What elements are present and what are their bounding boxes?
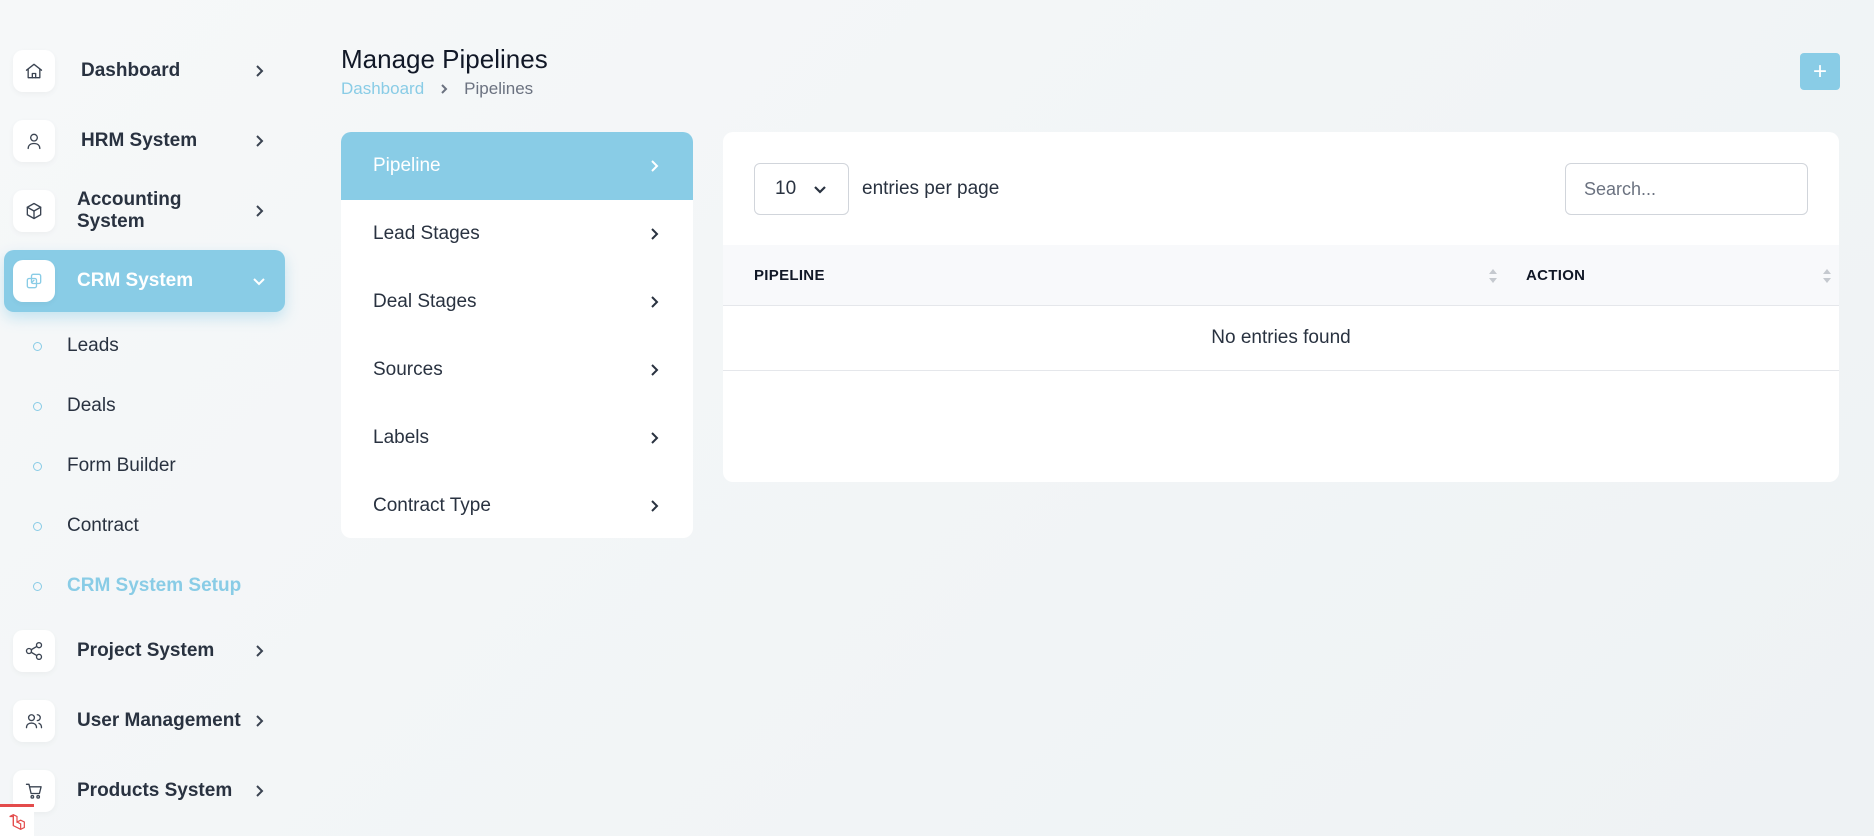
share-icon [13, 630, 55, 672]
sidebar-item-label: HRM System [81, 130, 198, 151]
per-page-value: 10 [775, 178, 797, 199]
column-header-label: ACTION [1526, 267, 1586, 284]
home-icon [13, 50, 55, 92]
sidebar-item-accounting-system[interactable]: Accounting System [4, 180, 285, 242]
laravel-logo-icon [0, 804, 34, 836]
add-pipeline-button[interactable]: + [1800, 53, 1840, 90]
sub-item-contract[interactable]: Contract [33, 512, 139, 540]
sidebar-item-project-system[interactable]: Project System [4, 620, 285, 682]
per-page-label: entries per page [862, 178, 1000, 199]
menu-item-label: Sources [373, 359, 443, 380]
per-page-select[interactable]: 10 [754, 163, 849, 215]
user-icon [13, 120, 55, 162]
sub-item-leads[interactable]: Leads [33, 332, 119, 360]
chevron-right-icon [251, 133, 267, 149]
column-header-label: PIPELINE [754, 267, 825, 284]
sidebar-item-label: CRM System [77, 270, 194, 291]
bullet-icon [33, 461, 42, 471]
bullet-icon [33, 521, 42, 531]
sub-item-deals[interactable]: Deals [33, 392, 116, 420]
menu-item-lead-stages[interactable]: Lead Stages [341, 200, 693, 268]
chevron-right-icon [651, 296, 659, 308]
sub-item-crm-system-setup[interactable]: CRM System Setup [33, 572, 241, 600]
menu-item-contract-type[interactable]: Contract Type [341, 472, 693, 538]
menu-item-label: Pipeline [373, 155, 441, 176]
sidebar-item-products-system[interactable]: Products System [4, 760, 285, 822]
sort-icon[interactable] [1488, 267, 1498, 285]
page-title: Manage Pipelines [341, 44, 548, 74]
chevron-right-icon [438, 83, 450, 95]
chevron-right-icon [651, 160, 659, 172]
sort-icon[interactable] [1822, 267, 1832, 285]
table-header: PIPELINE ACTION [723, 245, 1839, 306]
chevron-right-icon [251, 713, 267, 729]
bullet-icon [33, 581, 42, 591]
breadcrumb: Dashboard Pipelines [341, 79, 533, 99]
sidebar-item-hrm-system[interactable]: HRM System [4, 110, 285, 172]
chevron-down-icon [814, 186, 826, 194]
menu-item-label: Lead Stages [373, 223, 480, 244]
menu-item-labels[interactable]: Labels [341, 404, 693, 472]
chevron-right-icon [651, 364, 659, 376]
sidebar-item-label: Dashboard [81, 60, 181, 81]
chevron-right-icon [251, 203, 267, 219]
column-header-pipeline[interactable]: PIPELINE [754, 245, 825, 306]
sidebar-item-label: Products System [77, 780, 233, 801]
sidebar-item-crm-system[interactable]: CRM System [4, 250, 285, 312]
breadcrumb-link-dashboard[interactable]: Dashboard [341, 79, 424, 99]
menu-item-deal-stages[interactable]: Deal Stages [341, 268, 693, 336]
chevron-right-icon [651, 432, 659, 444]
sub-item-label: CRM System Setup [67, 575, 242, 596]
breadcrumb-current: Pipelines [464, 79, 534, 98]
sidebar-item-user-management[interactable]: User Management [4, 690, 285, 752]
menu-item-sources[interactable]: Sources [341, 336, 693, 404]
bullet-icon [33, 401, 42, 411]
chevron-down-icon [251, 273, 267, 289]
chevron-right-icon [651, 500, 659, 512]
chevron-right-icon [651, 228, 659, 240]
pipelines-table-card: 10 entries per page PIPELINE ACTION No e… [723, 132, 1839, 482]
settings-menu: Pipeline Lead Stages Deal Stages Sources… [341, 132, 693, 538]
empty-table-row: No entries found [723, 306, 1839, 371]
menu-item-label: Contract Type [373, 495, 491, 516]
sidebar-item-dashboard[interactable]: Dashboard [4, 40, 285, 102]
sub-item-label: Contract [67, 515, 139, 536]
menu-item-pipeline[interactable]: Pipeline [341, 132, 693, 200]
layers-icon [13, 260, 55, 302]
sidebar-item-label: User Management [77, 710, 241, 731]
column-header-action[interactable]: ACTION [1526, 245, 1585, 306]
sidebar: Dashboard HRM System Accounting System C… [0, 0, 300, 836]
box-icon [13, 190, 55, 232]
sub-item-form-builder[interactable]: Form Builder [33, 452, 176, 480]
sidebar-item-label: Accounting System [77, 189, 182, 232]
menu-item-label: Deal Stages [373, 291, 477, 312]
sub-item-label: Deals [67, 395, 116, 416]
chevron-right-icon [251, 783, 267, 799]
bullet-icon [33, 341, 42, 351]
chevron-right-icon [251, 643, 267, 659]
per-page-control: 10 entries per page [754, 163, 999, 215]
search-input[interactable] [1565, 163, 1808, 215]
users-icon [13, 700, 55, 742]
chevron-right-icon [251, 63, 267, 79]
menu-item-label: Labels [373, 427, 429, 448]
sub-item-label: Leads [67, 335, 119, 356]
sidebar-item-label: Project System [77, 640, 215, 661]
sub-item-label: Form Builder [67, 455, 176, 476]
